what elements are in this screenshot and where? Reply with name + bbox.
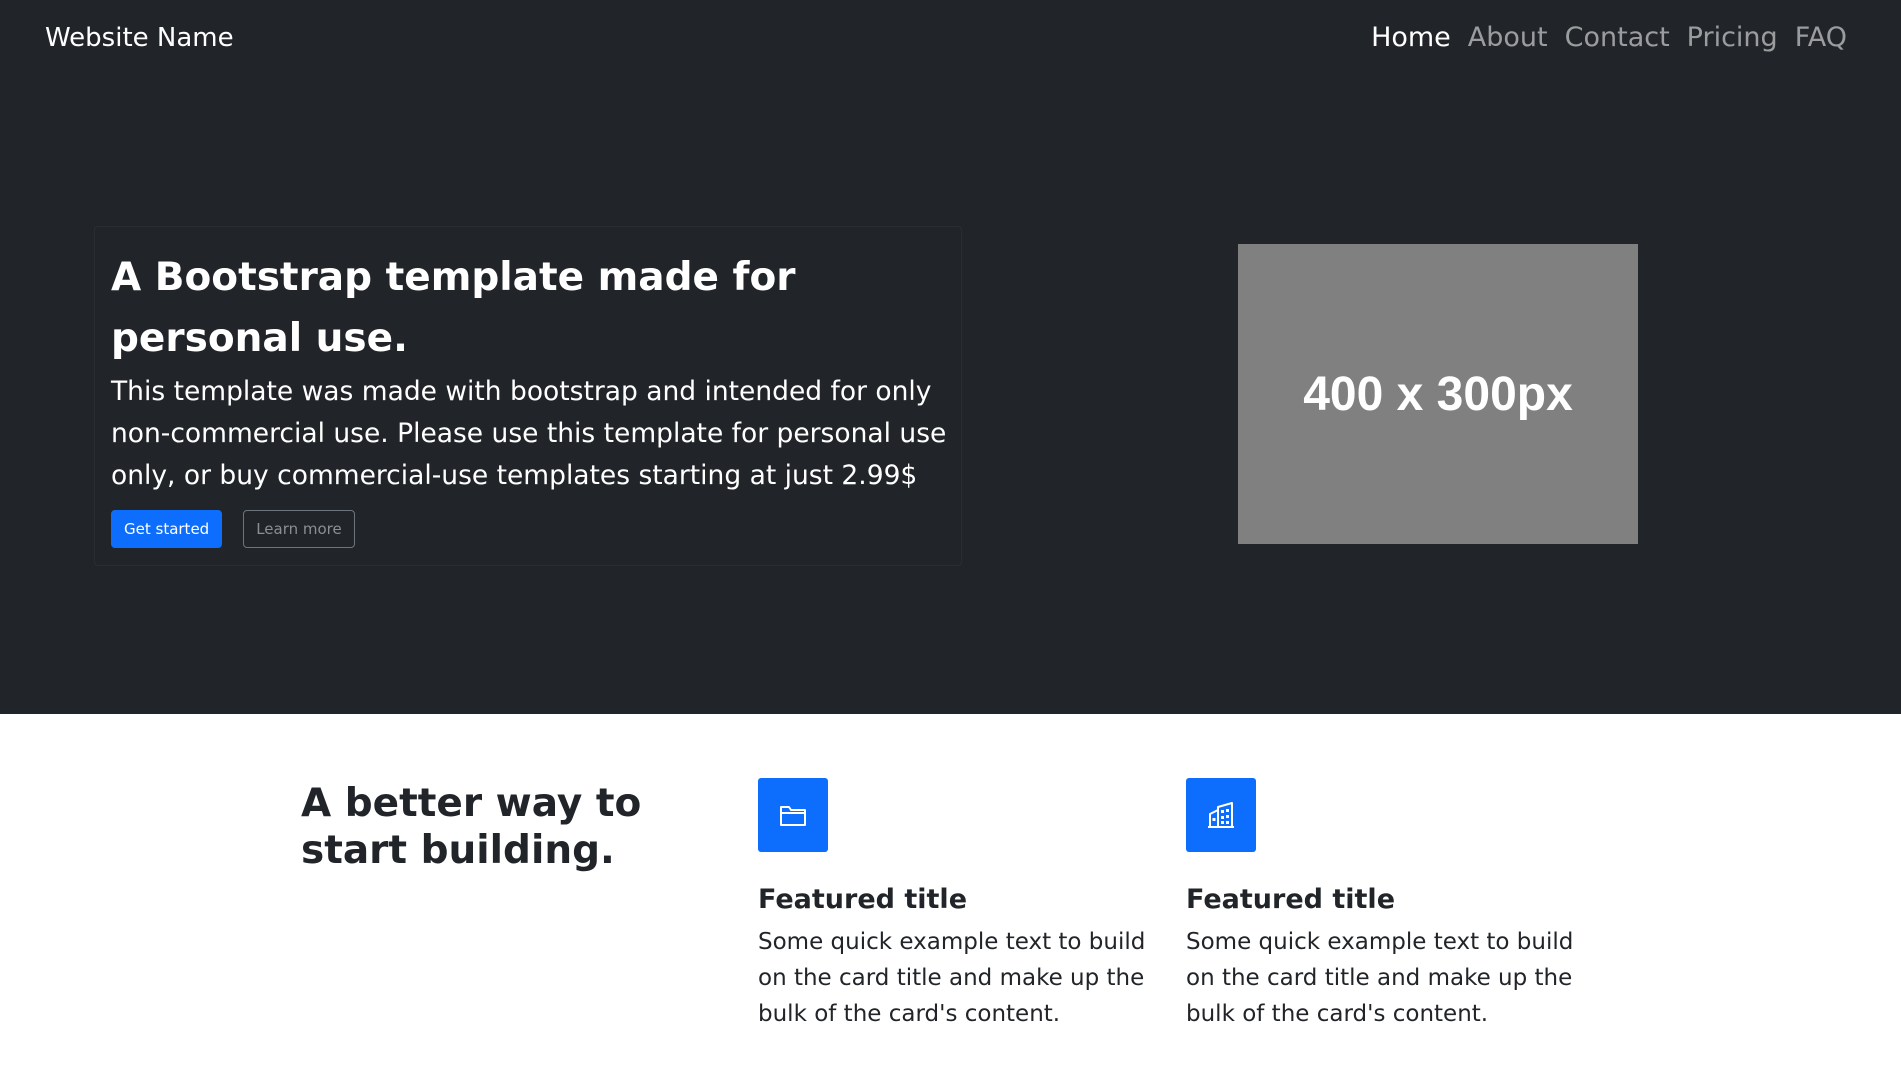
nav-link-faq[interactable]: FAQ <box>1795 18 1847 58</box>
get-started-button[interactable]: Get started <box>111 510 223 548</box>
feature-text: Some quick example text to build on the … <box>758 929 1146 1027</box>
placeholder-label: 400 x 300px <box>1303 367 1573 421</box>
navbar: Website Name Home About Contact Pricing … <box>0 0 1901 78</box>
features-section: A better way to start building. Featured… <box>0 714 1901 1080</box>
feature-title: Featured title <box>1186 884 1395 915</box>
nav-link-home[interactable]: Home <box>1371 18 1451 58</box>
hero-title: A Bootstrap template made for personal u… <box>111 255 796 361</box>
nav-link-pricing[interactable]: Pricing <box>1687 18 1778 58</box>
features-heading: A better way to start building. <box>301 781 642 873</box>
folder-icon-box <box>758 778 828 852</box>
building-icon <box>1208 802 1234 828</box>
feature-card: Featured title Some quick example text t… <box>758 778 1158 1032</box>
nav-link-contact[interactable]: Contact <box>1565 18 1670 58</box>
feature-card: Featured title Some quick example text t… <box>1186 778 1586 1032</box>
nav-links: Home About Contact Pricing FAQ <box>1371 18 1847 58</box>
navbar-brand[interactable]: Website Name <box>45 18 234 58</box>
building-icon-box <box>1186 778 1256 852</box>
hero-section: Website Name Home About Contact Pricing … <box>0 0 1901 714</box>
learn-more-button[interactable]: Learn more <box>243 510 355 548</box>
hero-lead: This template was made with bootstrap an… <box>111 376 947 491</box>
feature-text: Some quick example text to build on the … <box>1186 929 1574 1027</box>
nav-link-about[interactable]: About <box>1468 18 1548 58</box>
hero-buttons: Get started Learn more <box>111 510 355 548</box>
hero-card: A Bootstrap template made for personal u… <box>94 226 962 566</box>
folder-icon <box>780 806 806 826</box>
feature-title: Featured title <box>758 884 967 915</box>
hero-image-placeholder: 400 x 300px <box>1238 244 1638 544</box>
